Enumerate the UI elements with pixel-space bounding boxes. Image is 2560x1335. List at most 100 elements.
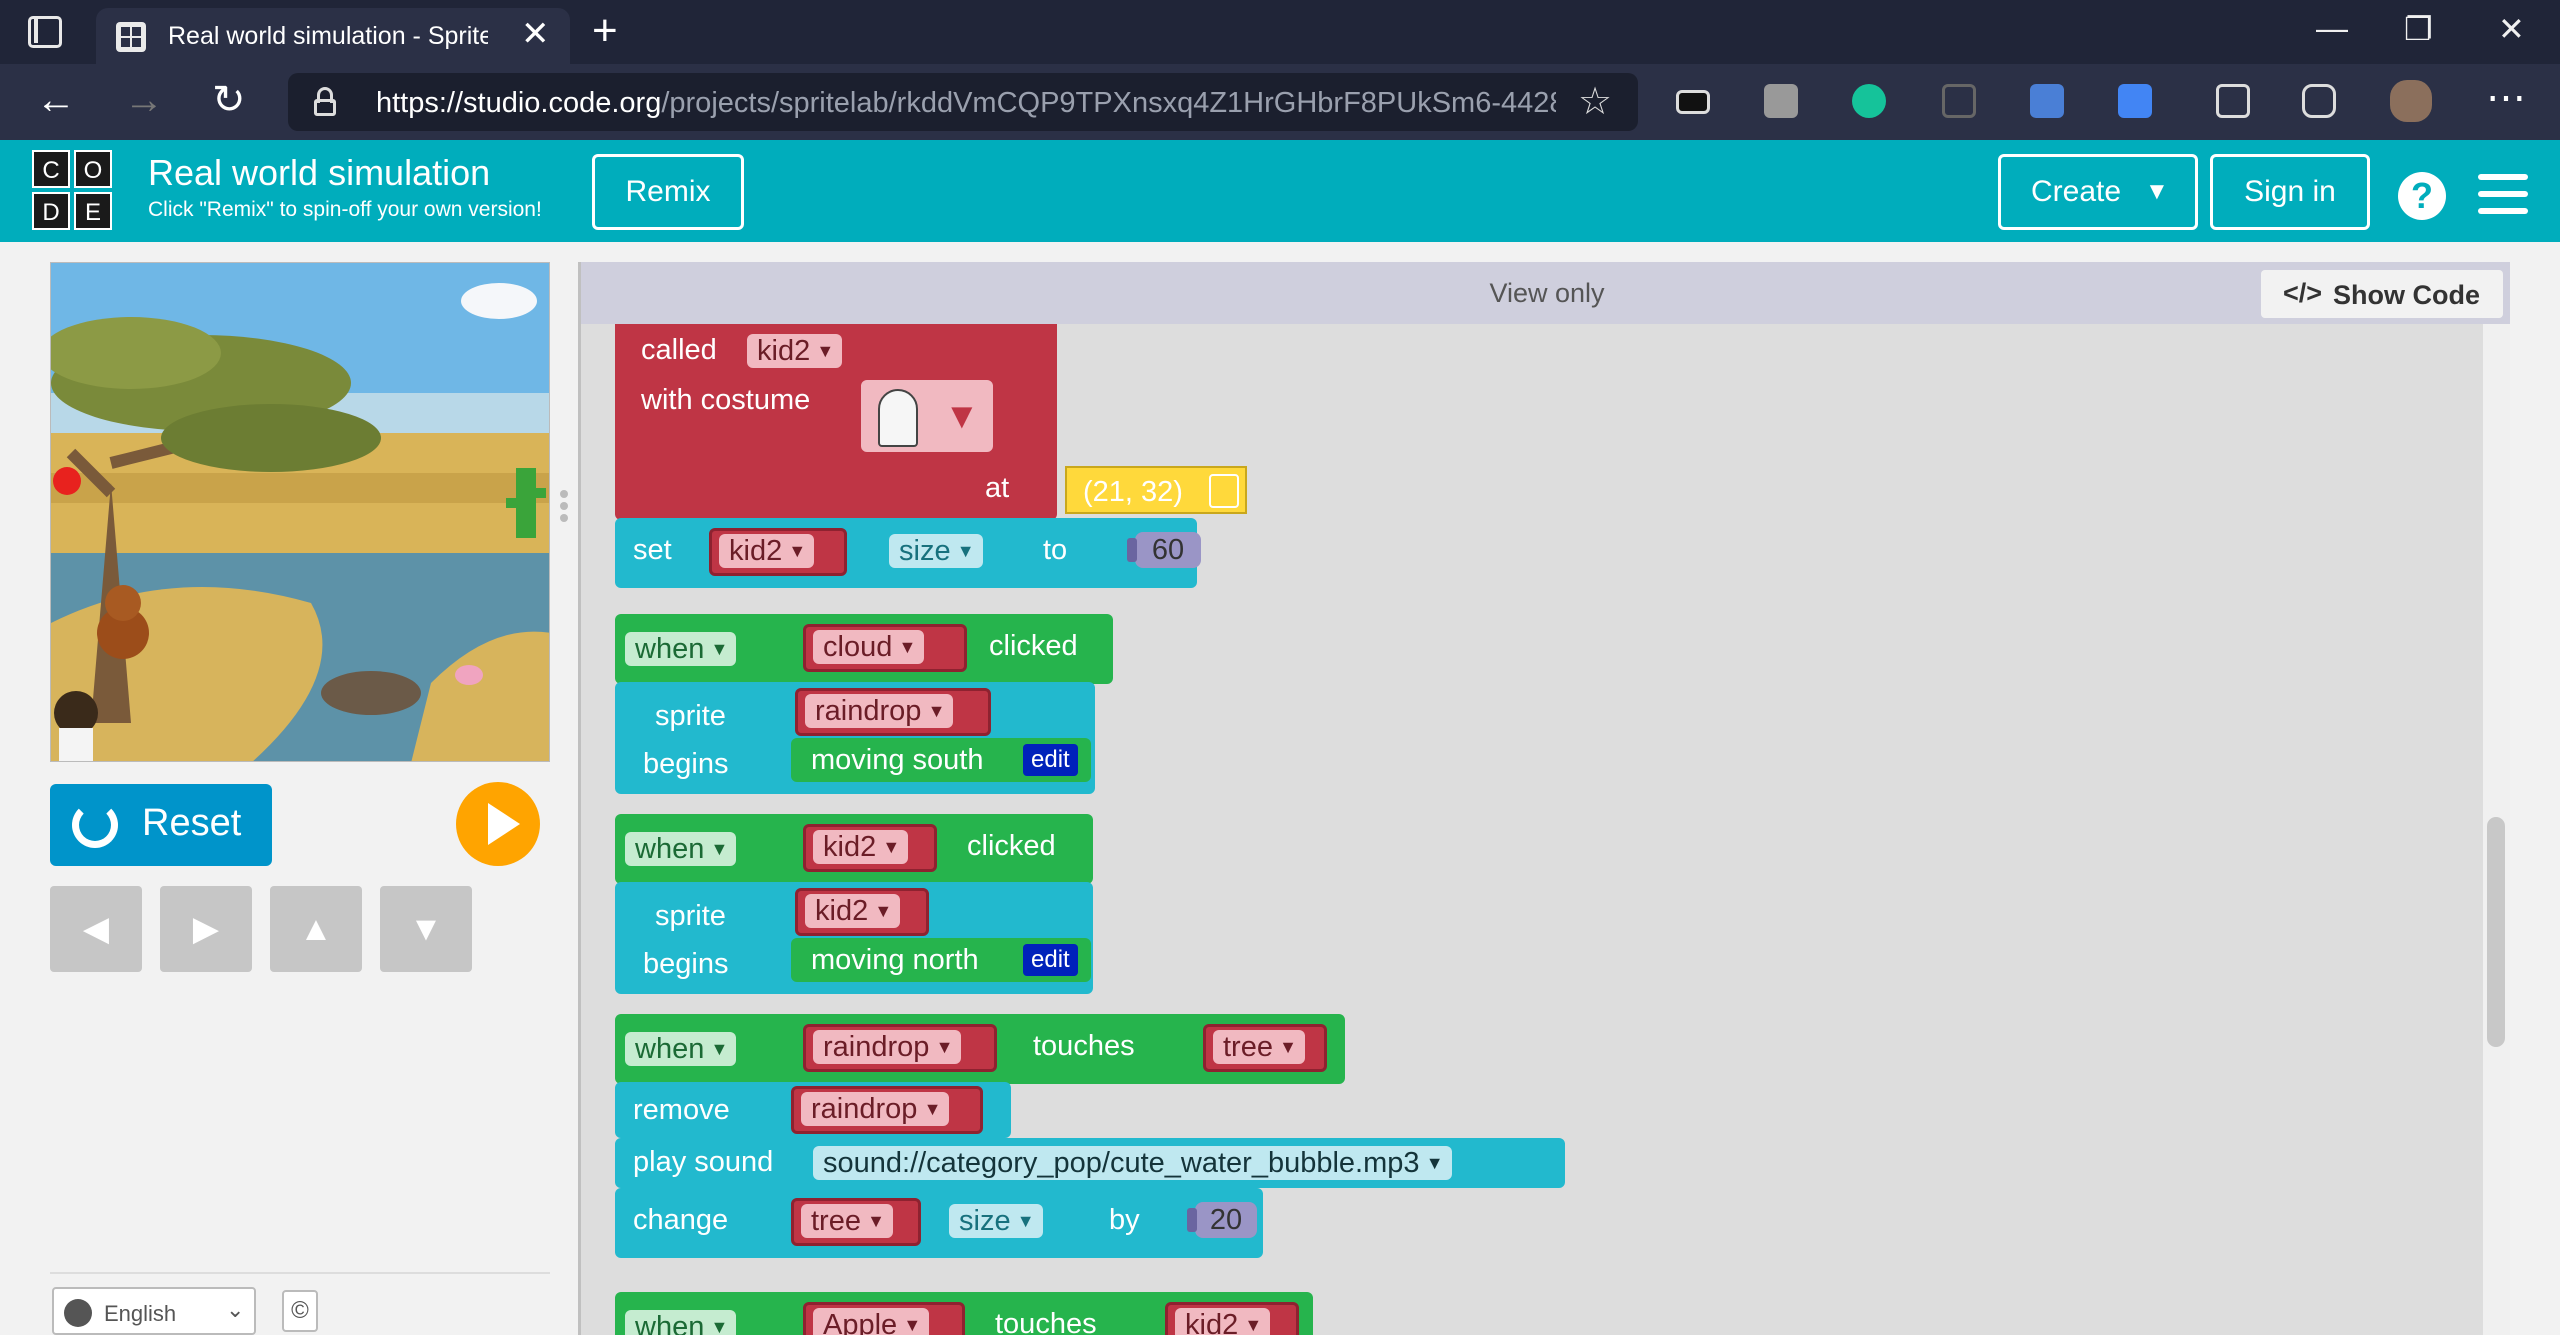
behavior-block[interactable]: moving north edit [791, 938, 1091, 982]
change-size-block[interactable]: change tree size by 20 [615, 1188, 1263, 1258]
refresh-icon[interactable]: ↻ [212, 80, 246, 120]
when-dropdown[interactable]: when [625, 632, 737, 666]
create-label: Create [2031, 175, 2122, 208]
kid-costume-icon [878, 389, 918, 447]
shield-icon[interactable] [2302, 84, 2336, 118]
sprite-begins-block[interactable]: sprite raindrop begins moving south edit [615, 682, 1095, 794]
url-text: https://studio.code.org/projects/spritel… [376, 87, 1556, 119]
touch-event-block-apple[interactable]: when Apple touches kid2 [615, 1292, 1313, 1335]
help-icon[interactable]: ? [2398, 172, 2446, 220]
sprite-dropdown[interactable]: kid2 [813, 830, 909, 864]
new-tab-icon[interactable]: + [592, 6, 618, 56]
google-translate-icon[interactable] [2118, 84, 2152, 118]
forward-icon[interactable]: → [124, 80, 164, 120]
when-dropdown[interactable]: when [625, 832, 737, 866]
tb-extension-icon[interactable] [1764, 84, 1798, 118]
event-block-cloud[interactable]: when cloud clicked [615, 614, 1113, 684]
touches-label: touches [995, 1308, 1097, 1335]
codeorg-logo[interactable]: C O D E [32, 150, 116, 234]
event-block-kid2[interactable]: when kid2 clicked [615, 814, 1093, 884]
location-block[interactable]: (21, 32) [1065, 466, 1247, 514]
cart-icon[interactable] [1942, 84, 1976, 118]
translate-icon[interactable] [2030, 84, 2064, 118]
url-input[interactable]: https://studio.code.org/projects/spritel… [288, 73, 1638, 131]
property-dropdown[interactable]: size [949, 1204, 1043, 1238]
size-value[interactable]: 60 [1127, 532, 1201, 568]
language-value: English [104, 1301, 177, 1326]
project-title: Real world simulation [148, 152, 491, 193]
keyboard-icon[interactable] [1676, 90, 1710, 114]
touch-event-block[interactable]: when raindrop touches tree [615, 1014, 1345, 1084]
remove-label: remove [633, 1094, 730, 1126]
target-sprite-dropdown[interactable]: kid2 [805, 894, 901, 928]
sprite-dropdown[interactable]: raindrop [813, 1030, 962, 1064]
sign-in-button[interactable]: Sign in [2210, 154, 2370, 230]
sound-dropdown[interactable]: sound://category_pop/cute_water_bubble.m… [813, 1146, 1452, 1180]
close-window-icon[interactable]: ✕ [2498, 10, 2525, 48]
property-dropdown[interactable]: size [889, 534, 983, 568]
sprite-name-dropdown[interactable]: kid2 [747, 334, 843, 368]
language-select[interactable]: English ⌄ [52, 1287, 256, 1335]
workspace-header: View only </> Show Code [581, 262, 2510, 324]
touches-label: touches [1033, 1030, 1135, 1062]
more-icon[interactable]: ⋯ [2486, 78, 2526, 118]
behavior-block[interactable]: moving south edit [791, 738, 1091, 782]
remove-block[interactable]: remove raindrop [615, 1082, 1011, 1138]
when-dropdown[interactable]: when [625, 1310, 737, 1335]
code-workspace[interactable]: View only </> Show Code called kid2 with… [578, 262, 2510, 1335]
play-sound-block[interactable]: play sound sound://category_pop/cute_wat… [615, 1138, 1565, 1188]
begins-label: begins [643, 948, 729, 980]
remove-target-dropdown[interactable]: raindrop [801, 1092, 950, 1126]
browser-tab[interactable]: Real world simulation - Sprite Lab ✕ [96, 8, 570, 64]
sprite-begins-block[interactable]: sprite kid2 begins moving north edit [615, 882, 1093, 994]
left-arrow-button[interactable]: ◀ [50, 886, 142, 972]
copyright-button[interactable]: © [282, 1290, 318, 1332]
other-sprite-dropdown[interactable]: kid2 [1175, 1308, 1271, 1335]
set-size-block[interactable]: set kid2 size to 60 [615, 518, 1201, 588]
down-arrow-button[interactable]: ▼ [380, 886, 472, 972]
when-dropdown[interactable]: when [625, 1032, 737, 1066]
codeorg-favicon-icon [116, 22, 146, 52]
right-arrow-button[interactable]: ▶ [160, 886, 252, 972]
minimize-icon[interactable]: — [2316, 10, 2348, 47]
tab-actions-icon[interactable] [28, 16, 62, 48]
close-tab-icon[interactable]: ✕ [521, 14, 550, 54]
set-label: set [633, 534, 672, 566]
costume-dropdown[interactable]: ▼ [861, 380, 993, 452]
show-code-label: Show Code [2333, 280, 2480, 310]
play-icon [488, 803, 520, 845]
location-picker-icon[interactable] [1209, 474, 1239, 508]
code-icon: </> [2283, 278, 2323, 308]
hamburger-menu-icon[interactable] [2478, 174, 2528, 214]
up-arrow-button[interactable]: ▲ [270, 886, 362, 972]
workspace-scrollbar-thumb[interactable] [2487, 817, 2505, 1047]
caret-down-icon: ▼ [2145, 178, 2169, 205]
edit-behavior-button[interactable]: edit [1023, 744, 1078, 776]
behavior-label: moving north [811, 944, 979, 976]
show-code-button[interactable]: </> Show Code [2261, 270, 2503, 318]
game-canvas[interactable] [50, 262, 550, 762]
remix-button[interactable]: Remix [592, 154, 744, 230]
other-sprite-dropdown[interactable]: tree [1213, 1030, 1305, 1064]
create-button[interactable]: Create ▼ [1998, 154, 2198, 230]
lock-icon[interactable] [314, 87, 336, 116]
back-icon[interactable]: ← [36, 80, 76, 120]
add-favorite-icon[interactable]: ☆ [1578, 79, 1612, 124]
location-value: (21, 32) [1083, 476, 1183, 508]
sprite-dropdown[interactable]: cloud [813, 630, 925, 664]
sprite-dropdown[interactable]: kid2 [719, 534, 815, 568]
profile-avatar[interactable] [2390, 80, 2432, 122]
sprite-dropdown[interactable]: Apple [813, 1308, 930, 1335]
make-sprite-block[interactable]: called kid2 with costume ▼ at [615, 324, 1057, 520]
reset-button[interactable]: Reset [50, 784, 272, 866]
browser-tab-bar: Real world simulation - Sprite Lab ✕ + —… [0, 0, 2560, 64]
change-target-dropdown[interactable]: tree [801, 1204, 893, 1238]
edit-behavior-button[interactable]: edit [1023, 944, 1078, 976]
collections-icon[interactable] [2216, 84, 2250, 118]
change-amount-value[interactable]: 20 [1187, 1202, 1257, 1238]
grammarly-icon[interactable] [1852, 84, 1886, 118]
target-sprite-dropdown[interactable]: raindrop [805, 694, 954, 728]
run-button[interactable] [456, 782, 540, 866]
restore-icon[interactable]: ❐ [2404, 10, 2433, 48]
panel-resize-grip[interactable] [560, 490, 568, 530]
